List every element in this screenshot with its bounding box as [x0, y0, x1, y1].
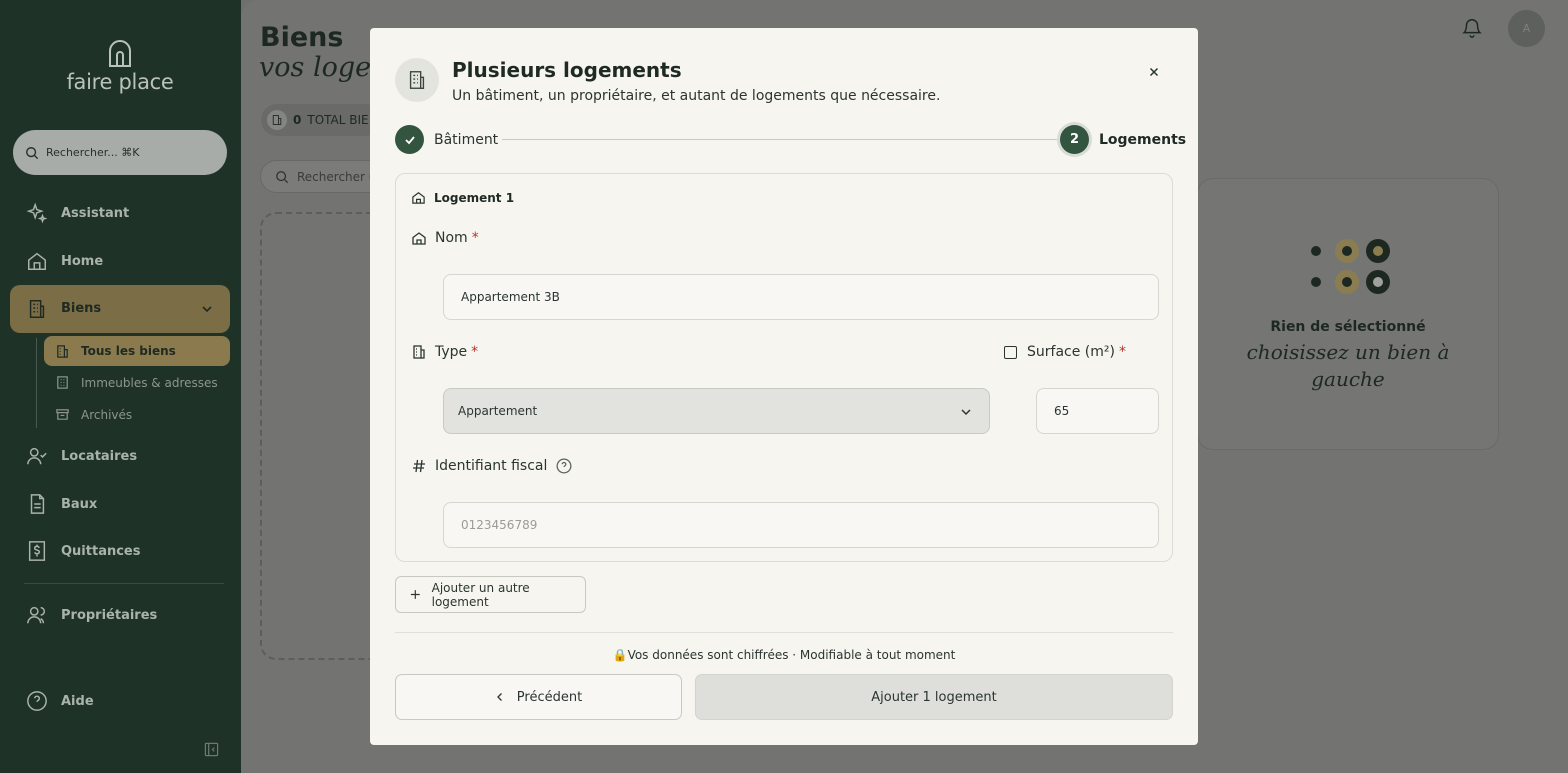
empty-subtitle: choisissez un bien à gauche — [1246, 340, 1450, 391]
building-icon — [57, 344, 68, 358]
brand-name: faire place — [66, 70, 174, 94]
nom-input[interactable]: Appartement 3B — [443, 274, 1159, 320]
apartment-icon — [57, 376, 68, 389]
sidebar-item-aide[interactable]: Aide — [26, 690, 94, 712]
avatar[interactable]: A — [1508, 10, 1545, 47]
check-icon — [404, 135, 415, 144]
logo-house-icon — [109, 40, 131, 67]
sidebar-item-label: Home — [61, 253, 104, 269]
footer-divider — [395, 632, 1173, 633]
sidebar-divider — [24, 583, 224, 584]
help-circle-icon — [27, 691, 47, 711]
modal-subtitle: Un bâtiment, un propriétaire, et autant … — [452, 88, 941, 104]
sidebar-subitem-label: Archivés — [81, 407, 133, 422]
biens-search-placeholder: Rechercher u — [297, 169, 377, 184]
bell-icon[interactable] — [1461, 17, 1483, 39]
step-label: Bâtiment — [434, 131, 499, 148]
submit-button[interactable]: Ajouter 1 logement — [695, 674, 1173, 720]
archive-icon — [56, 409, 69, 420]
submenu-line — [36, 338, 37, 428]
sidebar-subitem-archives[interactable]: Archivés — [55, 407, 132, 422]
chevron-left-icon — [496, 693, 502, 701]
plus-icon — [410, 590, 420, 599]
close-icon[interactable] — [1146, 64, 1162, 80]
search-icon — [276, 170, 289, 183]
users-icon — [27, 606, 46, 624]
sidebar: faire place Rechercher... ⌘K Assistant H… — [0, 0, 241, 773]
total-count-value: 0 — [293, 113, 302, 127]
help-circle-icon[interactable] — [556, 458, 572, 474]
fiscal-input[interactable]: 0123456789 — [443, 502, 1159, 548]
building-icon — [413, 345, 425, 359]
collapse-sidebar-icon[interactable] — [204, 742, 219, 757]
page-title: Biens — [260, 22, 344, 53]
surface-checkbox[interactable] — [1004, 345, 1017, 359]
step-logements: 2 Logements — [1060, 125, 1186, 154]
sidebar-item-label: Propriétaires — [61, 607, 158, 623]
sidebar-search-placeholder: Rechercher... ⌘K — [46, 146, 140, 159]
surface-label: Surface (m²) * — [1004, 344, 1126, 360]
sidebar-item-home[interactable]: Home — [26, 250, 103, 272]
type-select-value: Appartement — [458, 404, 538, 418]
document-icon — [30, 494, 45, 514]
sidebar-item-proprietaires[interactable]: Propriétaires — [26, 604, 157, 626]
sidebar-subitem-tous-les-biens[interactable]: Tous les biens — [44, 336, 230, 366]
sidebar-item-label: Assistant — [61, 205, 130, 221]
total-count-badge: 0 TOTAL BIE — [261, 104, 381, 136]
security-note: 🔒Vos données sont chiffrées · Modifiable… — [612, 648, 956, 662]
chevron-down-icon[interactable] — [200, 302, 214, 316]
sidebar-item-label: Aide — [61, 693, 94, 709]
step-label: Logements — [1099, 131, 1187, 148]
building-icon — [29, 300, 45, 318]
home-icon — [412, 192, 425, 204]
chevron-down-icon — [961, 409, 971, 416]
fiscal-label: Identifiant fiscal — [411, 458, 580, 474]
add-logements-modal: Plusieurs logements Un bâtiment, un prop… — [370, 28, 1198, 745]
sidebar-item-assistant[interactable]: Assistant — [26, 202, 129, 224]
sidebar-item-label: Baux — [61, 496, 98, 512]
sidebar-item-locataires[interactable]: Locataires — [26, 445, 137, 467]
previous-button[interactable]: Précédent — [395, 674, 682, 720]
home-icon — [412, 232, 426, 245]
sidebar-search[interactable]: Rechercher... ⌘K — [13, 130, 227, 175]
detail-empty-panel: Rien de sélectionné choisissez un bien à… — [1197, 178, 1499, 450]
logement-card: Logement 1 Nom * Appartement 3B Type * App… — [395, 173, 1173, 562]
brand-logo[interactable]: faire place — [60, 38, 180, 94]
page-subtitle: vos loge — [259, 52, 372, 83]
sidebar-item-baux[interactable]: Baux — [26, 493, 97, 515]
sparkle-icon — [26, 202, 48, 224]
modal-icon — [395, 58, 439, 102]
add-logement-button[interactable]: Ajouter un autre logement — [395, 576, 586, 613]
sidebar-subitem-immeubles[interactable]: Immeubles & adresses — [55, 375, 218, 390]
sidebar-item-label: Locataires — [61, 448, 138, 464]
sidebar-item-label: Quittances — [61, 543, 141, 559]
receipt-dollar-icon — [28, 541, 46, 561]
sidebar-subitem-label: Immeubles & adresses — [81, 375, 218, 390]
step-batiment[interactable]: Bâtiment — [395, 125, 498, 154]
sidebar-item-label: Biens — [61, 301, 102, 316]
search-icon — [26, 146, 39, 159]
modal-title: Plusieurs logements — [452, 58, 682, 82]
stepper-line — [502, 139, 1060, 140]
step-done-check — [395, 125, 424, 154]
user-check-icon — [27, 447, 47, 465]
sidebar-item-quittances[interactable]: Quittances — [26, 540, 140, 562]
total-count-label: TOTAL BIE — [307, 113, 369, 127]
dots-illustration-icon — [1311, 239, 1390, 294]
surface-input[interactable]: 65 — [1036, 388, 1159, 434]
building-icon — [409, 71, 425, 89]
type-select[interactable]: Appartement — [443, 388, 990, 434]
step-number: 2 — [1060, 125, 1089, 154]
type-label: Type * — [411, 344, 478, 360]
home-icon — [28, 252, 46, 270]
logement-card-title: Logement 1 — [434, 190, 515, 205]
sidebar-subitem-label: Tous les biens — [81, 344, 176, 358]
logement-card-header: Logement 1 — [411, 190, 514, 205]
building-icon — [267, 110, 287, 130]
hash-icon — [413, 459, 425, 473]
sidebar-item-biens[interactable]: Biens — [10, 285, 230, 333]
nom-label: Nom * — [411, 230, 479, 246]
empty-title: Rien de sélectionné — [1270, 319, 1426, 335]
